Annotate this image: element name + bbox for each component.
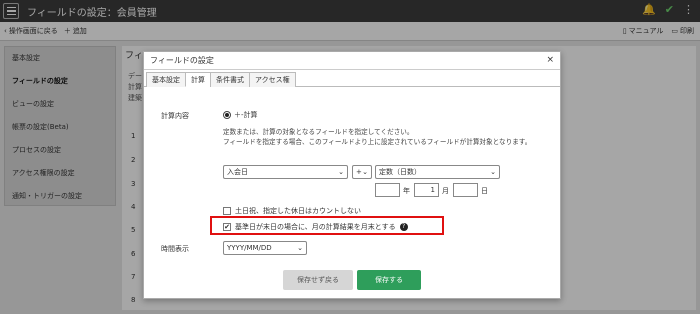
tab-calculation[interactable]: 計算 <box>185 72 211 87</box>
checkbox-label: 土日祝、指定した休日はカウントしない <box>235 207 361 215</box>
operator-select[interactable]: + ⌄ <box>352 165 372 179</box>
chevron-down-icon: ⌄ <box>490 168 496 176</box>
tab-basic[interactable]: 基本設定 <box>146 72 186 87</box>
tab-access[interactable]: アクセス権 <box>249 72 296 87</box>
year-input[interactable] <box>375 183 400 197</box>
select-value: 定数（日数） <box>379 168 421 176</box>
desc-line: フィールドを指定する場合、このフィールドより上に設定されているフィールドが計算対… <box>223 138 532 146</box>
checkbox-checked-icon: ✔ <box>223 223 231 231</box>
calc-content-label: 計算内容 <box>161 112 189 120</box>
tab-conditional-format[interactable]: 条件書式 <box>210 72 250 87</box>
dialog-title: フィールドの設定 <box>150 56 214 65</box>
month-unit: 月 <box>442 187 449 195</box>
year-unit: 年 <box>403 187 410 195</box>
radio-label: ＋-計算 <box>234 111 258 119</box>
checkbox-label: 基準日が末日の場合に、月の計算結果を月末とする <box>235 223 396 231</box>
radio-selected-icon <box>223 111 231 119</box>
month-input[interactable]: 1 <box>414 183 439 197</box>
holiday-checkbox[interactable]: 土日祝、指定した休日はカウントしない <box>223 206 361 216</box>
desc-line: 定数または、計算の対象となるフィールドを指定してください。 <box>223 128 414 136</box>
save-button[interactable]: 保存する <box>357 270 421 290</box>
close-icon[interactable]: × <box>546 55 554 65</box>
chevron-down-icon: ⌄ <box>338 168 344 176</box>
select-value: YYYY/MM/DD <box>227 244 272 252</box>
time-display-label: 時間表示 <box>161 245 189 253</box>
chevron-down-icon: ⌄ <box>362 168 368 176</box>
field-select[interactable]: 入会日 ⌄ <box>223 165 348 179</box>
select-value: 入会日 <box>227 168 248 176</box>
constant-select[interactable]: 定数（日数） ⌄ <box>375 165 500 179</box>
calc-description: 定数または、計算の対象となるフィールドを指定してください。 フィールドを指定する… <box>223 127 543 147</box>
checkbox-unchecked-icon <box>223 207 231 215</box>
day-unit: 日 <box>481 187 488 195</box>
help-icon[interactable]: ? <box>399 223 408 231</box>
chevron-down-icon: ⌄ <box>297 244 303 252</box>
month-end-checkbox[interactable]: ✔ 基準日が末日の場合に、月の計算結果を月末とする ? <box>223 222 408 232</box>
time-format-select[interactable]: YYYY/MM/DD ⌄ <box>223 241 307 255</box>
select-value: + <box>356 168 362 176</box>
calc-type-radio[interactable]: ＋-計算 <box>223 110 258 120</box>
cancel-button[interactable]: 保存せず戻る <box>283 270 353 290</box>
dialog-header: フィールドの設定 × <box>144 52 560 70</box>
day-input[interactable] <box>453 183 478 197</box>
dialog-tabs: 基本設定 計算 条件書式 アクセス権 <box>144 72 560 87</box>
